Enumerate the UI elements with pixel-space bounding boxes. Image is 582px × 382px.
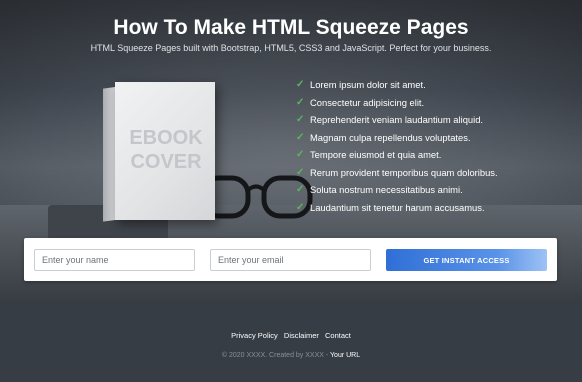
- ebook-cover-image: EBOOK COVER: [103, 82, 215, 222]
- feature-item: ✓ Laudantium sit tenetur harum accusamus.: [296, 199, 498, 217]
- feature-text: Reprehenderit veniam laudantium aliquid.: [310, 114, 484, 126]
- feature-text: Tempore eiusmod et quia amet.: [310, 149, 442, 161]
- feature-text: Laudantium sit tenetur harum accusamus.: [310, 201, 485, 213]
- ebook-cover-line2: COVER: [130, 151, 202, 173]
- ebook-cover-text: EBOOK COVER: [123, 126, 209, 174]
- feature-text: Consectetur adipisicing elit.: [310, 96, 425, 108]
- feature-item: ✓ Lorem ipsum dolor sit amet.: [296, 76, 498, 94]
- check-icon: ✓: [296, 114, 305, 126]
- ebook-cover-line1: EBOOK: [129, 127, 203, 149]
- name-input[interactable]: [34, 249, 195, 271]
- feature-item: ✓ Tempore eiusmod et quia amet.: [296, 146, 498, 164]
- check-icon: ✓: [296, 96, 305, 108]
- footer-links: Privacy Policy Disclaimer Contact: [0, 331, 582, 340]
- disclaimer-link[interactable]: Disclaimer: [284, 331, 319, 340]
- feature-list: ✓ Lorem ipsum dolor sit amet. ✓ Consectetu…: [296, 76, 498, 216]
- copyright: © 2020 XXXX. Created by XXXX - Your URL: [0, 352, 582, 359]
- copyright-text: © 2020 XXXX. Created by XXXX -: [221, 352, 329, 359]
- contact-link[interactable]: Contact: [325, 331, 351, 340]
- check-icon: ✓: [296, 201, 305, 213]
- your-url-link[interactable]: Your URL: [330, 352, 360, 359]
- privacy-policy-link[interactable]: Privacy Policy: [231, 331, 278, 340]
- feature-text: Rerum provident temporibus quam doloribu…: [310, 166, 498, 178]
- email-input[interactable]: [210, 249, 371, 271]
- feature-text: Soluta nostrum necessitatibus animi.: [310, 184, 463, 196]
- ebook-front: EBOOK COVER: [115, 82, 215, 220]
- check-icon: ✓: [296, 149, 305, 161]
- feature-text: Magnam culpa repellendus voluptates.: [310, 131, 471, 143]
- feature-item: ✓ Magnam culpa repellendus voluptates.: [296, 129, 498, 147]
- feature-text: Lorem ipsum dolor sit amet.: [310, 79, 426, 91]
- page-subtitle: HTML Squeeze Pages built with Bootstrap,…: [90, 43, 492, 53]
- page-title: How To Make HTML Squeeze Pages: [113, 16, 469, 39]
- get-instant-access-button[interactable]: GET INSTANT ACCESS: [386, 249, 547, 271]
- optin-form: GET INSTANT ACCESS: [24, 238, 557, 281]
- feature-item: ✓ Consectetur adipisicing elit.: [296, 94, 498, 112]
- check-icon: ✓: [296, 184, 305, 196]
- check-icon: ✓: [296, 166, 305, 178]
- check-icon: ✓: [296, 79, 305, 91]
- check-icon: ✓: [296, 131, 305, 143]
- ebook-spine: [103, 87, 115, 222]
- feature-item: ✓ Reprehenderit veniam laudantium aliquid…: [296, 111, 498, 129]
- feature-item: ✓ Soluta nostrum necessitatibus animi.: [296, 181, 498, 199]
- feature-item: ✓ Rerum provident temporibus quam dolorib…: [296, 164, 498, 182]
